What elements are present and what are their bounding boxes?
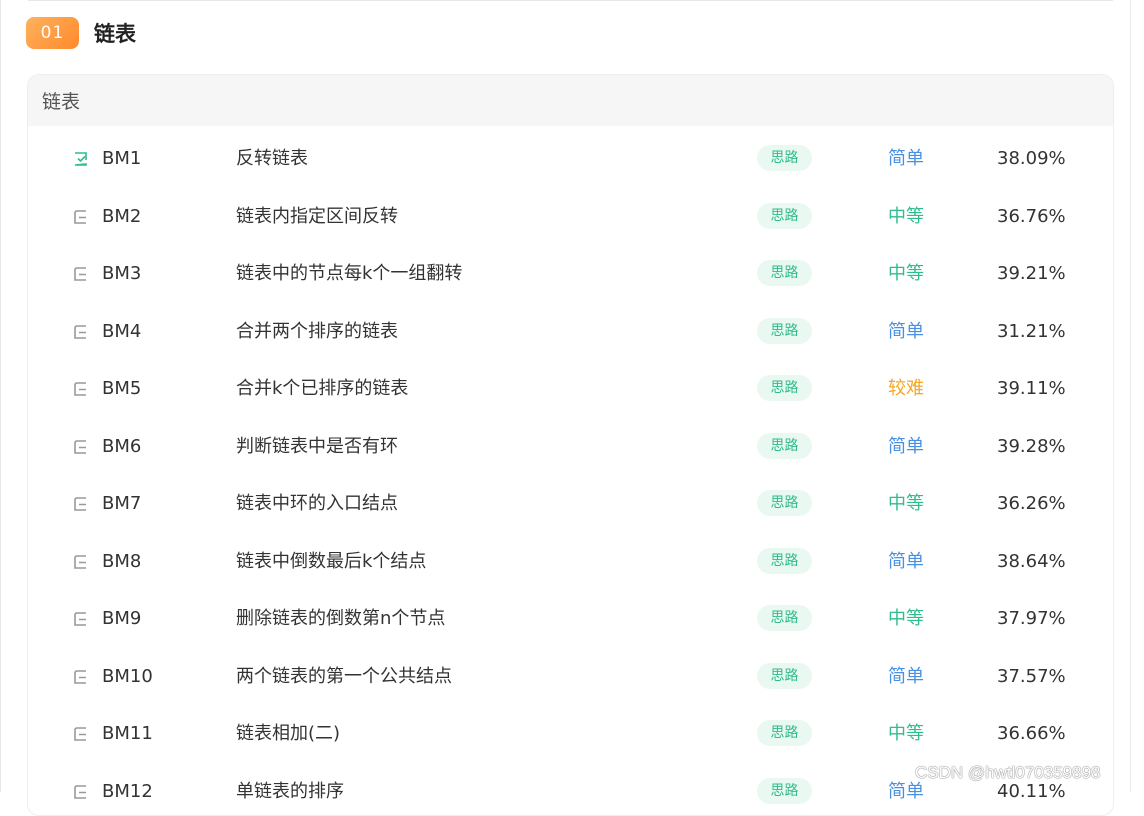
problem-title-link[interactable]: 链表相加(二) bbox=[236, 705, 340, 762]
problem-id: BM11 bbox=[102, 723, 153, 744]
solution-hint-tag[interactable]: 思路 bbox=[757, 548, 812, 574]
difficulty-label: 中等 bbox=[888, 608, 924, 629]
difficulty-label: 简单 bbox=[888, 551, 924, 572]
solution-hint-tag[interactable]: 思路 bbox=[757, 260, 812, 286]
problem-id: BM8 bbox=[102, 551, 142, 572]
unsolved-doc-icon bbox=[72, 323, 90, 341]
problem-title-link[interactable]: 链表中的节点每k个一组翻转 bbox=[236, 245, 462, 302]
pass-rate: 39.11% bbox=[997, 378, 1066, 399]
problem-row[interactable]: BM2 链表内指定区间反转 思路 中等 36.76% bbox=[28, 188, 1113, 245]
problem-id: BM9 bbox=[102, 608, 142, 629]
difficulty-label: 中等 bbox=[888, 263, 924, 284]
problem-id: BM2 bbox=[102, 206, 142, 227]
problem-id: BM10 bbox=[102, 666, 153, 687]
difficulty-label: 简单 bbox=[888, 148, 924, 169]
problem-id: BM6 bbox=[102, 436, 142, 457]
unsolved-doc-icon bbox=[72, 668, 90, 686]
solution-hint-tag[interactable]: 思路 bbox=[757, 490, 812, 516]
problem-row[interactable]: BM6 判断链表中是否有环 思路 简单 39.28% bbox=[28, 418, 1113, 475]
pass-rate: 36.26% bbox=[997, 493, 1066, 514]
problem-title-link[interactable]: 单链表的排序 bbox=[236, 763, 344, 815]
problem-id: BM7 bbox=[102, 493, 142, 514]
pass-rate: 36.76% bbox=[997, 206, 1066, 227]
unsolved-doc-icon bbox=[72, 783, 90, 801]
difficulty-label: 较难 bbox=[888, 378, 924, 399]
solution-hint-tag[interactable]: 思路 bbox=[757, 605, 812, 631]
solution-hint-tag[interactable]: 思路 bbox=[757, 375, 812, 401]
pass-rate: 39.21% bbox=[997, 263, 1066, 284]
section-header[interactable]: 链表 bbox=[28, 75, 1113, 126]
solution-hint-tag[interactable]: 思路 bbox=[757, 778, 812, 804]
problem-id: BM3 bbox=[102, 263, 142, 284]
problem-row[interactable]: BM8 链表中倒数最后k个结点 思路 简单 38.64% bbox=[28, 533, 1113, 590]
frame-right-border bbox=[1130, 0, 1131, 792]
unsolved-doc-icon bbox=[72, 265, 90, 283]
problem-title-link[interactable]: 链表中倒数最后k个结点 bbox=[236, 533, 426, 590]
problem-id: BM5 bbox=[102, 378, 142, 399]
section-card: 链表 BM1 反转链表 思路 简单 38.09% BM2 链表内指定区间反转 思路 中等 36.7… bbox=[27, 74, 1114, 816]
problem-row[interactable]: BM3 链表中的节点每k个一组翻转 思路 中等 39.21% bbox=[28, 245, 1113, 302]
frame-left-border bbox=[0, 0, 1, 792]
problem-title-link[interactable]: 链表内指定区间反转 bbox=[236, 188, 398, 245]
solution-hint-tag[interactable]: 思路 bbox=[757, 433, 812, 459]
pass-rate: 38.64% bbox=[997, 551, 1066, 572]
problem-title-link[interactable]: 两个链表的第一个公共结点 bbox=[236, 648, 452, 705]
problem-title-link[interactable]: 合并k个已排序的链表 bbox=[236, 360, 408, 417]
chapter-number-badge: 01 bbox=[26, 17, 79, 49]
difficulty-label: 中等 bbox=[888, 206, 924, 227]
problem-row[interactable]: BM10 两个链表的第一个公共结点 思路 简单 37.57% bbox=[28, 648, 1113, 705]
difficulty-label: 中等 bbox=[888, 723, 924, 744]
pass-rate: 38.09% bbox=[997, 148, 1066, 169]
solution-hint-tag[interactable]: 思路 bbox=[757, 663, 812, 689]
problem-id: BM12 bbox=[102, 781, 153, 802]
solution-hint-tag[interactable]: 思路 bbox=[757, 145, 812, 171]
problem-id: BM4 bbox=[102, 321, 142, 342]
unsolved-doc-icon bbox=[72, 553, 90, 571]
unsolved-doc-icon bbox=[72, 725, 90, 743]
problem-title-link[interactable]: 判断链表中是否有环 bbox=[236, 418, 398, 475]
chapter-title: 链表 bbox=[94, 22, 136, 46]
unsolved-doc-icon bbox=[72, 495, 90, 513]
problem-row[interactable]: BM11 链表相加(二) 思路 中等 36.66% bbox=[28, 705, 1113, 762]
difficulty-label: 简单 bbox=[888, 436, 924, 457]
problem-title-link[interactable]: 反转链表 bbox=[236, 130, 308, 187]
unsolved-doc-icon bbox=[72, 438, 90, 456]
chapter-header: 01 链表 bbox=[26, 16, 136, 50]
unsolved-doc-icon bbox=[72, 610, 90, 628]
problem-row[interactable]: BM9 删除链表的倒数第n个节点 思路 中等 37.97% bbox=[28, 590, 1113, 647]
problem-title-link[interactable]: 合并两个排序的链表 bbox=[236, 303, 398, 360]
problem-row[interactable]: BM7 链表中环的入口结点 思路 中等 36.26% bbox=[28, 475, 1113, 532]
pass-rate: 37.57% bbox=[997, 666, 1066, 687]
top-divider bbox=[28, 0, 1113, 1]
solution-hint-tag[interactable]: 思路 bbox=[757, 203, 812, 229]
problem-row[interactable]: BM5 合并k个已排序的链表 思路 较难 39.11% bbox=[28, 360, 1113, 417]
solution-hint-tag[interactable]: 思路 bbox=[757, 720, 812, 746]
problem-row[interactable]: BM1 反转链表 思路 简单 38.09% bbox=[28, 130, 1113, 187]
problem-row[interactable]: BM4 合并两个排序的链表 思路 简单 31.21% bbox=[28, 303, 1113, 360]
pass-rate: 36.66% bbox=[997, 723, 1066, 744]
problem-id: BM1 bbox=[102, 148, 142, 169]
difficulty-label: 简单 bbox=[888, 321, 924, 342]
unsolved-doc-icon bbox=[72, 380, 90, 398]
pass-rate: 39.28% bbox=[997, 436, 1066, 457]
unsolved-doc-icon bbox=[72, 208, 90, 226]
difficulty-label: 简单 bbox=[888, 666, 924, 687]
solved-check-icon bbox=[72, 150, 90, 168]
pass-rate: 31.21% bbox=[997, 321, 1066, 342]
difficulty-label: 中等 bbox=[888, 493, 924, 514]
watermark: CSDN @hwtl070359898 bbox=[915, 763, 1101, 782]
problem-title-link[interactable]: 链表中环的入口结点 bbox=[236, 475, 398, 532]
problem-title-link[interactable]: 删除链表的倒数第n个节点 bbox=[236, 590, 445, 647]
pass-rate: 37.97% bbox=[997, 608, 1066, 629]
solution-hint-tag[interactable]: 思路 bbox=[757, 318, 812, 344]
